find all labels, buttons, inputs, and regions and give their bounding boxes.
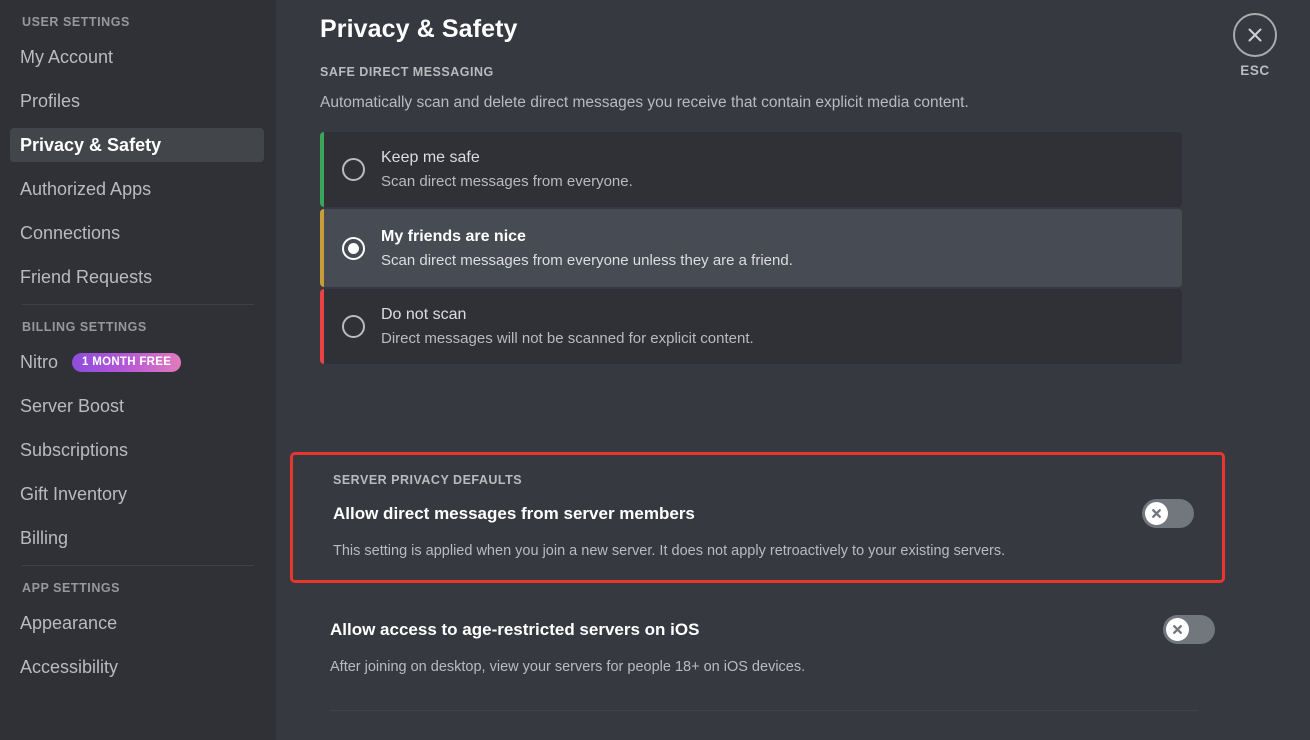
sidebar-item-label: My Account bbox=[20, 40, 113, 74]
sidebar-item-server-boost[interactable]: Server Boost bbox=[10, 389, 264, 423]
sidebar-item-label: Connections bbox=[20, 216, 120, 250]
sidebar-item-gift-inventory[interactable]: Gift Inventory bbox=[10, 477, 264, 511]
sidebar-section-header-billing-settings: BILLING SETTINGS bbox=[0, 319, 276, 335]
setting-title: Allow direct messages from server member… bbox=[333, 502, 695, 525]
sidebar-item-profiles[interactable]: Profiles bbox=[10, 84, 264, 118]
toggle-knob bbox=[1145, 502, 1168, 525]
allow-dms-from-server-members-row: Allow direct messages from server member… bbox=[333, 499, 1222, 528]
safe-direct-messaging-label: SAFE DIRECT MESSAGING bbox=[320, 64, 1310, 80]
age-restricted-servers-section: Allow access to age-restricted servers o… bbox=[330, 615, 1215, 677]
safe-direct-messaging-description: Automatically scan and delete direct mes… bbox=[320, 92, 1310, 113]
sidebar-item-label: Profiles bbox=[20, 84, 80, 118]
radio-button-selected-icon[interactable] bbox=[342, 237, 365, 260]
sidebar-item-accessibility[interactable]: Accessibility bbox=[10, 650, 264, 684]
toggle-knob bbox=[1166, 618, 1189, 641]
page-title: Privacy & Safety bbox=[320, 14, 1310, 44]
sidebar-item-label: Appearance bbox=[20, 606, 117, 640]
server-privacy-defaults-label: SERVER PRIVACY DEFAULTS bbox=[333, 472, 1222, 488]
sidebar-item-privacy-and-safety[interactable]: Privacy & Safety bbox=[10, 128, 264, 162]
sidebar-item-label: Nitro bbox=[20, 345, 58, 379]
sidebar-item-nitro[interactable]: Nitro 1 MONTH FREE bbox=[10, 345, 264, 379]
sidebar-section-header-user-settings: USER SETTINGS bbox=[0, 14, 276, 30]
sidebar-item-authorized-apps[interactable]: Authorized Apps bbox=[10, 172, 264, 206]
toggle-off-x-icon bbox=[1150, 507, 1163, 520]
toggle-off-x-icon bbox=[1171, 623, 1184, 636]
setting-description: This setting is applied when you join a … bbox=[333, 541, 1222, 561]
radio-option-subtitle: Direct messages will not be scanned for … bbox=[381, 328, 754, 349]
safe-direct-messaging-options: Keep me safe Scan direct messages from e… bbox=[320, 132, 1182, 364]
setting-description: After joining on desktop, view your serv… bbox=[330, 657, 1215, 677]
age-restricted-servers-toggle[interactable] bbox=[1163, 615, 1215, 644]
age-restricted-servers-row: Allow access to age-restricted servers o… bbox=[330, 615, 1215, 644]
sidebar-item-label: Subscriptions bbox=[20, 433, 128, 467]
sidebar-item-friend-requests[interactable]: Friend Requests bbox=[10, 260, 264, 294]
option-accent-bar bbox=[320, 132, 324, 207]
option-accent-bar bbox=[320, 209, 324, 287]
radio-option-title: Do not scan bbox=[381, 304, 754, 326]
nitro-promo-badge: 1 MONTH FREE bbox=[72, 353, 181, 372]
sidebar-item-subscriptions[interactable]: Subscriptions bbox=[10, 433, 264, 467]
server-privacy-defaults-highlight: SERVER PRIVACY DEFAULTS Allow direct mes… bbox=[290, 452, 1225, 583]
esc-label: ESC bbox=[1240, 63, 1270, 78]
sidebar-divider bbox=[22, 565, 254, 566]
option-accent-bar bbox=[320, 289, 324, 364]
allow-dms-from-server-members-toggle[interactable] bbox=[1142, 499, 1194, 528]
setting-title: Allow access to age-restricted servers o… bbox=[330, 618, 699, 641]
sidebar-item-label: Privacy & Safety bbox=[20, 128, 161, 162]
radio-option-do-not-scan[interactable]: Do not scan Direct messages will not be … bbox=[320, 289, 1182, 364]
sidebar-item-connections[interactable]: Connections bbox=[10, 216, 264, 250]
sidebar-section-header-app-settings: APP SETTINGS bbox=[0, 580, 276, 596]
settings-sidebar: USER SETTINGS My Account Profiles Privac… bbox=[0, 0, 276, 740]
sidebar-divider bbox=[22, 304, 254, 305]
settings-window: USER SETTINGS My Account Profiles Privac… bbox=[0, 0, 1310, 740]
sidebar-item-billing[interactable]: Billing bbox=[10, 521, 264, 555]
sidebar-item-label: Server Boost bbox=[20, 389, 124, 423]
sidebar-item-label: Friend Requests bbox=[20, 260, 152, 294]
sidebar-item-appearance[interactable]: Appearance bbox=[10, 606, 264, 640]
radio-option-my-friends-are-nice[interactable]: My friends are nice Scan direct messages… bbox=[320, 209, 1182, 287]
radio-option-keep-me-safe[interactable]: Keep me safe Scan direct messages from e… bbox=[320, 132, 1182, 207]
radio-button-icon[interactable] bbox=[342, 315, 365, 338]
close-settings-button[interactable]: ESC bbox=[1220, 13, 1290, 78]
radio-option-title: My friends are nice bbox=[381, 226, 793, 248]
sidebar-item-label: Gift Inventory bbox=[20, 477, 127, 511]
sidebar-item-label: Accessibility bbox=[20, 650, 118, 684]
radio-option-title: Keep me safe bbox=[381, 147, 633, 169]
close-icon bbox=[1233, 13, 1277, 57]
radio-option-subtitle: Scan direct messages from everyone. bbox=[381, 171, 633, 192]
content-divider bbox=[330, 710, 1198, 711]
sidebar-item-my-account[interactable]: My Account bbox=[10, 40, 264, 74]
radio-button-icon[interactable] bbox=[342, 158, 365, 181]
sidebar-item-label: Billing bbox=[20, 521, 68, 555]
radio-option-subtitle: Scan direct messages from everyone unles… bbox=[381, 250, 793, 271]
sidebar-item-label: Authorized Apps bbox=[20, 172, 151, 206]
